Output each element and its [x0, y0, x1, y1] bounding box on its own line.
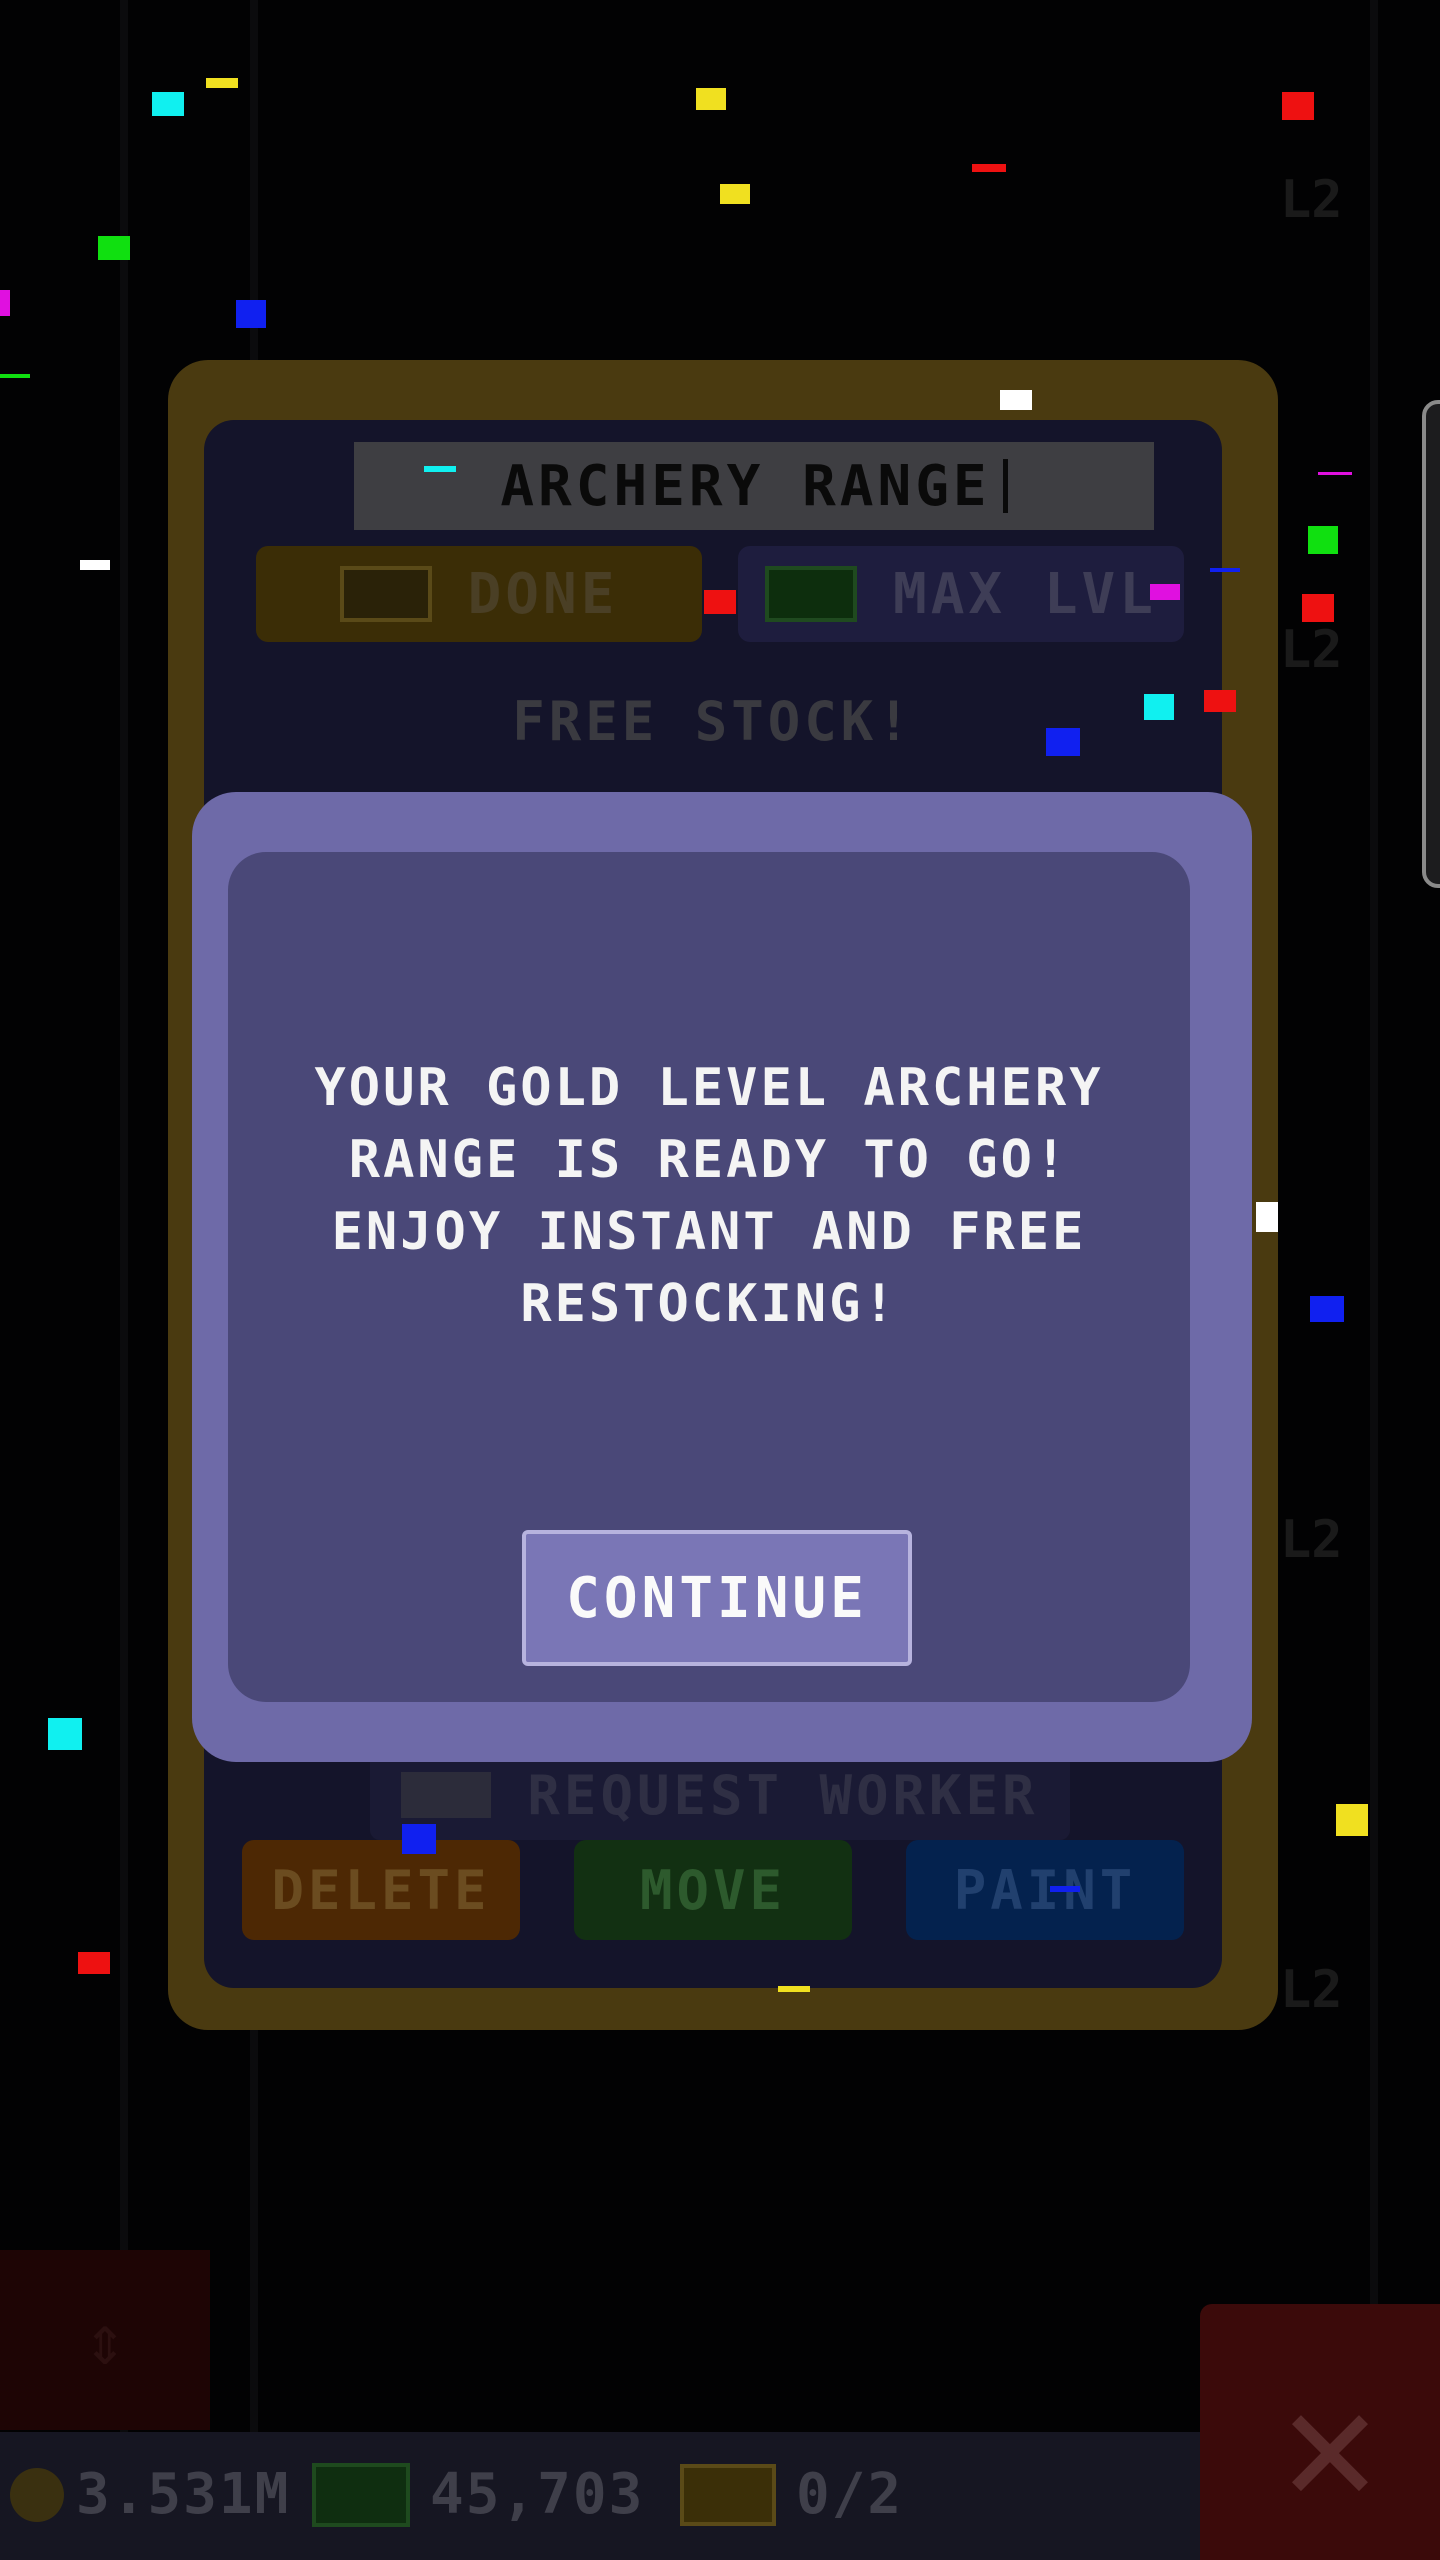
- dialog-message-line: RESTOCKING!: [520, 1274, 898, 1334]
- confetti-piece: [48, 1718, 82, 1750]
- max-level-label: MAX LVL: [892, 561, 1157, 627]
- confetti-piece: [1000, 390, 1032, 410]
- close-button[interactable]: ✕: [1200, 2304, 1440, 2560]
- max-level-button[interactable]: MAX LVL: [738, 546, 1184, 642]
- scroll-arrows-icon[interactable]: ⇕: [0, 2250, 210, 2430]
- delete-button[interactable]: DELETE: [242, 1840, 520, 1940]
- background-level-digit: L2: [1280, 620, 1343, 680]
- confetti-piece: [206, 78, 238, 88]
- confetti-piece: [972, 164, 1006, 172]
- dialog-message-line: ENJOY INSTANT AND FREE: [331, 1202, 1087, 1262]
- cash-counter: 45,703: [312, 2462, 644, 2527]
- building-name-text: ARCHERY RANGE: [500, 453, 991, 519]
- done-button-label: DONE: [467, 561, 619, 627]
- delete-label: DELETE: [271, 1858, 491, 1922]
- confetti-piece: [98, 236, 130, 260]
- paint-label: PAINT: [953, 1858, 1137, 1922]
- background-level-digit: L2: [1280, 1960, 1343, 2020]
- confetti-piece: [402, 1824, 436, 1854]
- confetti-piece: [0, 374, 30, 378]
- move-label: MOVE: [639, 1858, 787, 1922]
- dialog-message: YOUR GOLD LEVEL ARCHERY RANGE IS READY T…: [268, 1052, 1150, 1340]
- ticket-icon: [339, 566, 432, 622]
- dialog-message-line: RANGE IS READY TO GO!: [348, 1130, 1070, 1190]
- request-worker-button[interactable]: REQUEST WORKER: [370, 1750, 1070, 1840]
- background-level-digit: L2: [1280, 170, 1343, 230]
- confetti-piece: [1308, 526, 1338, 554]
- confetti-piece: [1050, 1886, 1080, 1892]
- confetti-piece: [1282, 92, 1314, 120]
- side-drawer-handle[interactable]: [1422, 400, 1440, 888]
- confetti-piece: [1144, 694, 1174, 720]
- close-x-icon: ✕: [1281, 2350, 1379, 2538]
- confetti-piece: [1204, 690, 1236, 712]
- confetti-piece: [704, 590, 736, 614]
- confetti-piece: [1150, 584, 1180, 600]
- worker-icon: [401, 1772, 492, 1818]
- coins-counter: 3.531M: [10, 2462, 290, 2527]
- cash-value: 45,703: [430, 2462, 645, 2527]
- continue-label: CONTINUE: [566, 1565, 868, 1631]
- background-column: [1370, 0, 1378, 2560]
- confetti-piece: [424, 466, 456, 472]
- building-name-field[interactable]: ARCHERY RANGE: [354, 442, 1154, 530]
- confetti-piece: [1318, 472, 1352, 475]
- cash-icon: [764, 566, 857, 622]
- confetti-piece: [78, 1952, 110, 1974]
- tickets-counter: 0/2: [680, 2462, 903, 2527]
- dialog-body: YOUR GOLD LEVEL ARCHERY RANGE IS READY T…: [228, 852, 1190, 1702]
- confetti-piece: [1302, 594, 1334, 622]
- confetti-piece: [80, 560, 110, 570]
- cash-icon: [312, 2462, 410, 2527]
- coins-value: 3.531M: [76, 2462, 291, 2527]
- confetti-piece: [696, 88, 726, 110]
- confetti-piece: [0, 290, 10, 316]
- move-button[interactable]: MOVE: [574, 1840, 852, 1940]
- text-caret: [1002, 459, 1008, 513]
- upgrade-complete-dialog: YOUR GOLD LEVEL ARCHERY RANGE IS READY T…: [192, 792, 1252, 1762]
- confetti-piece: [1256, 1202, 1278, 1232]
- confetti-piece: [1336, 1804, 1368, 1836]
- confetti-piece: [778, 1986, 810, 1992]
- background-column: [120, 0, 128, 2560]
- done-button[interactable]: DONE: [256, 546, 702, 642]
- confetti-piece: [1310, 1296, 1344, 1322]
- request-worker-label: REQUEST WORKER: [527, 1763, 1039, 1827]
- game-screen: L2 L2 L2 L2 ARCHERY RANGE DONE MAX LVL F…: [0, 0, 1440, 2560]
- ticket-icon: [680, 2463, 776, 2526]
- confetti-piece: [1046, 728, 1080, 756]
- paint-button[interactable]: PAINT: [906, 1840, 1184, 1940]
- confetti-piece: [720, 184, 750, 204]
- confetti-piece: [152, 92, 184, 116]
- coin-icon: [10, 2467, 64, 2522]
- background-level-digit: L2: [1280, 1510, 1343, 1570]
- confetti-piece: [1210, 568, 1240, 572]
- tickets-value: 0/2: [796, 2462, 904, 2527]
- continue-button[interactable]: CONTINUE: [522, 1530, 912, 1666]
- confetti-piece: [236, 300, 266, 328]
- dialog-message-line: YOUR GOLD LEVEL ARCHERY: [314, 1058, 1104, 1118]
